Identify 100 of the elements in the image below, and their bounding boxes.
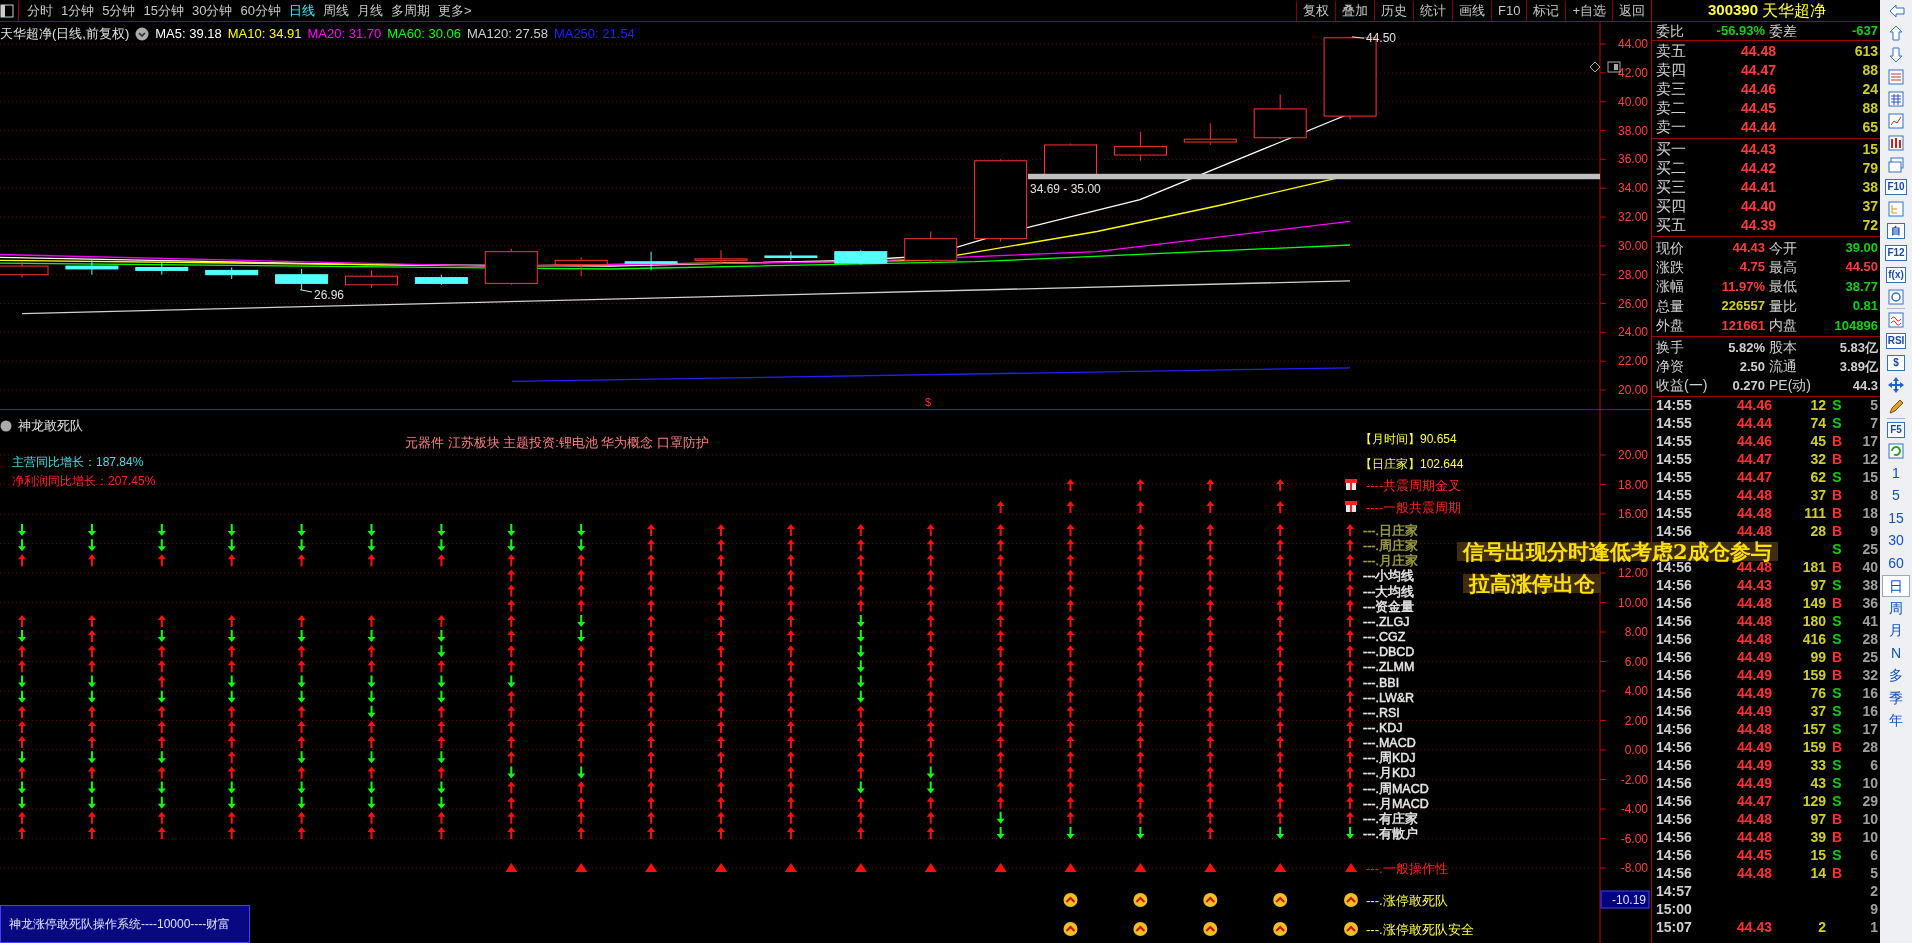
period-tab[interactable]: 60分钟	[236, 0, 285, 21]
tick-side: S	[1831, 396, 1843, 416]
signal-legend: ---.有庄家	[1363, 811, 1418, 826]
panel-icon[interactable]	[0, 3, 14, 18]
tick-volume: 149	[1801, 594, 1826, 614]
tool-button[interactable]: 自	[1887, 223, 1905, 239]
tick-count: 12	[1861, 450, 1879, 470]
tick-count: 10	[1861, 810, 1879, 830]
candlestick	[834, 249, 888, 266]
period-tab[interactable]: 多周期	[386, 0, 434, 21]
book-volume: 72	[1861, 216, 1878, 235]
axis-label: 40.00	[1617, 94, 1648, 109]
marker-legend: ---.涨停敢死队	[1366, 893, 1448, 908]
tool-button[interactable]: F5	[1887, 421, 1905, 438]
quote-value: 38.77	[1844, 277, 1878, 296]
quote-label: 委比	[1656, 23, 1685, 39]
stock-name: 天华超净	[1762, 0, 1827, 21]
growth-rate: 净利润同比增长：207.45%	[12, 474, 156, 488]
book-price: 44.47	[1739, 61, 1776, 80]
period-tab[interactable]: 月线	[352, 0, 387, 21]
period-button[interactable]: 月	[1882, 619, 1910, 642]
axis-label: 42.00	[1617, 65, 1648, 80]
left-arrow-icon[interactable]	[1887, 2, 1905, 20]
move-icon[interactable]	[1887, 376, 1905, 394]
period-tab[interactable]: 30分钟	[187, 0, 237, 21]
period-button[interactable]: 日	[1882, 574, 1910, 597]
tool-button[interactable]: F10	[1885, 179, 1907, 195]
moving-average-value: MA20: 31.70	[307, 25, 382, 43]
tool-button[interactable]: RSI	[1885, 333, 1907, 349]
quote-label: 换手	[1656, 339, 1685, 356]
event-legend: ----一般共震周期	[1366, 500, 1462, 515]
period-button[interactable]: 5	[1882, 484, 1910, 507]
tick-time: 14:56	[1656, 810, 1693, 830]
tick-volume: 76	[1809, 684, 1826, 704]
event-marker: $	[925, 396, 932, 408]
period-tab[interactable]: 日线	[284, 0, 319, 21]
quote-label: 最低	[1769, 278, 1798, 295]
period-button[interactable]: 多	[1882, 664, 1910, 687]
tick-volume: 180	[1801, 612, 1826, 632]
tool-button[interactable]: F12	[1885, 245, 1907, 261]
dropdown-icon[interactable]	[135, 26, 150, 41]
candlestick	[764, 251, 818, 261]
axis-label: 22.00	[1617, 354, 1648, 369]
tick-side: B	[1830, 594, 1844, 614]
tick-time: 14:56	[1656, 630, 1693, 650]
dropdown-icon[interactable]	[0, 419, 12, 432]
axis-label: 20.00	[1617, 448, 1648, 462]
tick-price: 44.47	[1735, 450, 1772, 470]
line-chart-icon[interactable]	[1887, 112, 1905, 130]
tick-volume: 159	[1801, 738, 1826, 758]
period-button[interactable]: 60	[1882, 552, 1910, 575]
system-label: 神龙涨停敢死队操作系统----10000----财富	[0, 905, 250, 943]
period-button[interactable]: 1	[1882, 462, 1910, 485]
tick-side: B	[1830, 486, 1844, 506]
quote-value: 39.00	[1844, 238, 1878, 257]
tick-side: S	[1831, 540, 1843, 560]
tick-time: 14:56	[1656, 684, 1693, 704]
quote-label: 量比	[1769, 297, 1798, 314]
period-button[interactable]: 15	[1882, 507, 1910, 530]
tick-count: 5	[1869, 864, 1879, 884]
tick-side: S	[1831, 468, 1843, 488]
period-button[interactable]: 季	[1882, 687, 1910, 710]
moving-average-value: MA120: 27.58	[466, 25, 548, 43]
quote-value: 44.3	[1851, 376, 1878, 395]
book-volume: 24	[1861, 80, 1878, 99]
indicator-value: 【月时间】90.654	[1360, 432, 1457, 446]
tick-price: 44.43	[1735, 918, 1772, 938]
period-tab[interactable]: 更多>	[433, 0, 476, 21]
wave-icon[interactable]	[1887, 310, 1905, 329]
candlestick-icon[interactable]	[1887, 134, 1905, 152]
triangle-icon	[1345, 863, 1357, 872]
tick-time: 14:56	[1656, 864, 1693, 884]
period-tab[interactable]: 5分钟	[98, 0, 140, 21]
chart-title: 天华超净(日线,前复权)	[0, 25, 130, 43]
period-tab[interactable]: 周线	[318, 0, 353, 21]
period-tab[interactable]: 1分钟	[57, 0, 99, 21]
book-price: 44.39	[1739, 216, 1776, 235]
tool-button[interactable]: f(x)	[1886, 267, 1906, 283]
grid-icon[interactable]	[1887, 90, 1905, 108]
period-tab[interactable]: 15分钟	[139, 0, 188, 21]
down-arrow-icon[interactable]	[1887, 46, 1905, 64]
tick-side: S	[1831, 576, 1843, 596]
tick-count: 17	[1861, 432, 1879, 452]
period-button[interactable]: 30	[1882, 529, 1910, 552]
refresh-icon[interactable]	[1887, 442, 1905, 460]
windows-icon[interactable]	[1887, 156, 1905, 174]
candlestick	[904, 230, 958, 264]
pencil-icon[interactable]	[1887, 398, 1905, 416]
band-label: 34.69 - 35.00	[1030, 182, 1101, 197]
period-button[interactable]: 年	[1882, 709, 1910, 732]
tool-button[interactable]: $	[1887, 355, 1905, 371]
quote-value: -56.93%	[1715, 22, 1765, 41]
up-arrow-icon[interactable]	[1887, 24, 1905, 42]
candlestick	[205, 267, 259, 280]
tick-price: 44.48	[1735, 720, 1772, 740]
tick-price: 44.48	[1735, 864, 1772, 884]
period-button[interactable]: N	[1882, 642, 1910, 665]
period-tab[interactable]: 分时	[23, 0, 57, 21]
axis-label: -8.00	[1620, 861, 1648, 875]
period-button[interactable]: 周	[1882, 597, 1910, 620]
